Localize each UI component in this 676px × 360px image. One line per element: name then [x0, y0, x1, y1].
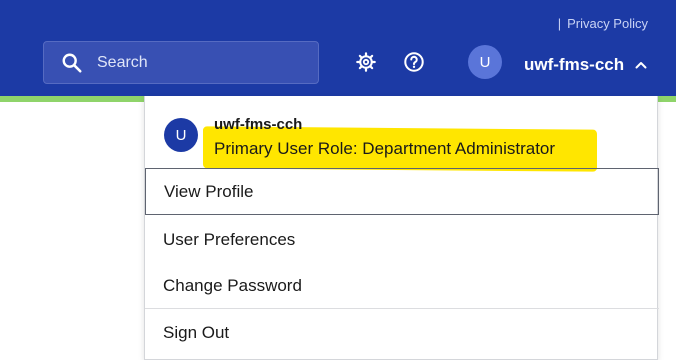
- change-password-item[interactable]: Change Password: [145, 262, 659, 309]
- menu-username: uwf-fms-cch: [214, 116, 303, 133]
- privacy-policy-label[interactable]: Privacy Policy: [567, 16, 648, 31]
- settings-button[interactable]: [354, 50, 378, 74]
- search-placeholder: Search: [97, 53, 148, 71]
- chevron-up-icon[interactable]: [634, 58, 648, 72]
- user-menu-toggle[interactable]: uwf-fms-cch: [524, 55, 624, 75]
- top-navigation-bar: | Privacy Policy Search U uwf-fms-cch: [0, 0, 676, 96]
- help-button[interactable]: [402, 50, 426, 74]
- help-icon: [404, 52, 424, 72]
- sign-out-item[interactable]: Sign Out: [145, 309, 659, 356]
- menu-avatar: U: [164, 118, 198, 152]
- page: | Privacy Policy Search U uwf-fms-cch U …: [0, 0, 676, 360]
- privacy-separator: |: [557, 16, 562, 31]
- user-preferences-item[interactable]: User Preferences: [145, 216, 659, 263]
- privacy-policy-link[interactable]: | Privacy Policy: [558, 16, 648, 31]
- avatar[interactable]: U: [468, 45, 502, 79]
- user-menu-header: U uwf-fms-cch Primary User Role: Departm…: [145, 96, 659, 172]
- search-input[interactable]: Search: [43, 41, 319, 84]
- search-icon: [62, 53, 82, 73]
- gear-icon: [356, 52, 376, 72]
- view-profile-item[interactable]: View Profile: [145, 168, 659, 215]
- primary-role-label: Primary User Role: Department Administra…: [214, 139, 556, 158]
- user-menu-dropdown: U uwf-fms-cch Primary User Role: Departm…: [144, 96, 659, 360]
